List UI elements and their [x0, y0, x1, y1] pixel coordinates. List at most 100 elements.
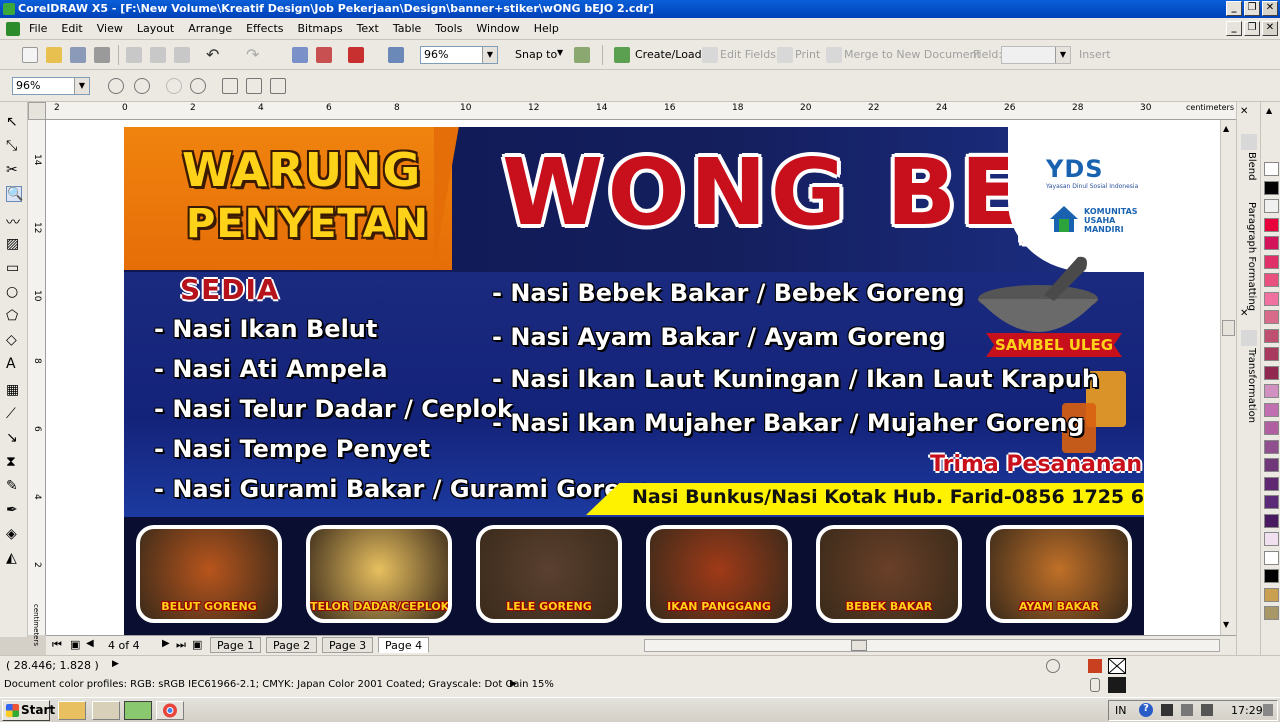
doc-close-button[interactable]: ✕ — [1262, 21, 1278, 36]
ellipse-tool-icon[interactable]: ○ — [6, 284, 22, 300]
chevron-down-icon[interactable]: ▼ — [1055, 47, 1070, 63]
palette-swatch[interactable] — [1264, 347, 1279, 361]
previous-page-icon[interactable]: ◀ — [86, 638, 94, 649]
doc-minimize-button[interactable]: _ — [1226, 21, 1242, 36]
save-icon[interactable] — [70, 47, 86, 63]
palette-swatch[interactable] — [1264, 199, 1279, 213]
menu-left-item[interactable]: - Nasi Ati Ampela — [154, 355, 388, 383]
menu-view[interactable]: View — [97, 22, 123, 35]
menu-right-item[interactable]: - Nasi Bebek Bakar / Bebek Goreng — [492, 279, 965, 307]
outline-pen-icon[interactable]: ✒ — [6, 502, 22, 518]
menu-tools[interactable]: Tools — [435, 22, 462, 35]
zoom-levels-combo[interactable]: 96% ▼ — [420, 46, 498, 64]
palette-swatch[interactable] — [1264, 476, 1279, 491]
field-combo[interactable]: ▼ — [1001, 46, 1071, 64]
freehand-tool-icon[interactable]: 〰 — [6, 212, 22, 231]
crop-tool-icon[interactable]: ✂ — [6, 162, 22, 178]
palette-swatch[interactable] — [1264, 180, 1279, 195]
tab-page-4[interactable]: Page 4 — [378, 637, 430, 653]
export-icon[interactable] — [316, 47, 332, 63]
next-page-icon[interactable]: ▶ — [162, 638, 170, 649]
rectangle-tool-icon[interactable]: ▭ — [6, 260, 22, 276]
outline-pen-indicator-icon[interactable] — [1090, 678, 1100, 692]
docker-close-icon[interactable]: ✕ — [1240, 308, 1248, 319]
chrome-taskbar-icon[interactable] — [156, 701, 184, 720]
fill-tool-icon[interactable]: ◈ — [6, 526, 22, 542]
chevron-down-icon[interactable]: ▼ — [74, 78, 89, 94]
menu-left-item[interactable]: - Nasi Tempe Penyet — [154, 435, 430, 463]
palette-swatch[interactable] — [1264, 569, 1279, 583]
zoom-tool-icon[interactable]: 🔍 — [6, 186, 23, 202]
eyedropper-tool-icon[interactable]: ✎ — [6, 478, 22, 494]
print-icon[interactable] — [94, 47, 110, 63]
print-merge-icon[interactable] — [777, 47, 793, 63]
blend-tool-icon[interactable]: ⧗ — [6, 454, 22, 470]
menu-right-item[interactable]: - Nasi Ikan Laut Kuningan / Ikan Laut Kr… — [492, 365, 1099, 393]
merge-to-new-document-button[interactable]: Merge to New Document — [844, 48, 981, 61]
penyetan-title[interactable]: PENYETAN — [186, 201, 429, 247]
text-tool-icon[interactable]: A — [6, 356, 22, 372]
docker-close-icon[interactable]: ✕ — [1240, 106, 1248, 117]
language-indicator[interactable]: IN — [1115, 704, 1126, 717]
menu-edit[interactable]: Edit — [61, 22, 82, 35]
fill-indicator-icon[interactable] — [1088, 659, 1102, 673]
menu-left-item[interactable]: - Nasi Telur Dadar / Ceplok — [154, 395, 513, 423]
polygon-tool-icon[interactable]: ⬠ — [6, 308, 22, 324]
help-icon[interactable]: ? — [1139, 703, 1153, 717]
application-launcher-icon[interactable] — [348, 47, 364, 63]
food-photo-lele[interactable]: LELE GORENG — [476, 525, 622, 623]
connector-tool-icon[interactable]: ↘ — [6, 430, 22, 446]
scroll-down-icon[interactable]: ▼ — [1223, 620, 1229, 629]
status-expand-icon[interactable]: ▶ — [112, 659, 119, 669]
close-button[interactable]: ✕ — [1262, 1, 1278, 16]
palette-swatch[interactable] — [1264, 421, 1279, 435]
tab-page-3[interactable]: Page 3 — [322, 637, 374, 653]
snap-to-button[interactable]: Snap to — [515, 48, 557, 61]
food-photo-bebek[interactable]: BEBEK BAKAR — [816, 525, 962, 623]
profiles-expand-icon[interactable]: ▶ — [510, 679, 517, 689]
notepad-taskbar-icon[interactable] — [92, 701, 120, 720]
palette-swatch[interactable] — [1264, 458, 1279, 472]
tab-transformation[interactable]: Transformation — [1241, 348, 1257, 423]
open-icon[interactable] — [46, 47, 62, 63]
zoom-in-icon[interactable] — [108, 78, 124, 94]
banner-artwork[interactable]: WARUNG PENYETAN WONG BEJO YDS Yayasan Di… — [124, 127, 1144, 635]
minimize-button[interactable]: _ — [1226, 1, 1242, 16]
menu-bitmaps[interactable]: Bitmaps — [297, 22, 342, 35]
tab-paragraph-formatting[interactable]: Paragraph Formatting — [1241, 202, 1257, 311]
zoom-height-icon[interactable] — [270, 78, 286, 94]
options-icon[interactable] — [574, 47, 590, 63]
last-page-icon[interactable]: ⏭ — [176, 638, 186, 652]
blend-docker-icon[interactable] — [1241, 134, 1257, 150]
chevron-down-icon[interactable]: ▼ — [482, 47, 497, 63]
paste-icon[interactable] — [174, 47, 190, 63]
show-desktop-icon[interactable] — [1263, 704, 1273, 716]
tray-icon[interactable] — [1161, 704, 1173, 716]
zoom-page-icon[interactable] — [222, 78, 238, 94]
chevron-down-icon[interactable]: ▼ — [557, 48, 563, 57]
palette-swatch[interactable] — [1264, 328, 1279, 343]
trima-pesanan-text[interactable]: Trima Pesananan — [930, 452, 1142, 477]
import-icon[interactable] — [292, 47, 308, 63]
doc-restore-button[interactable]: ❐ — [1244, 21, 1260, 36]
food-photo-ayam[interactable]: AYAM BAKAR — [986, 525, 1132, 623]
menu-arrange[interactable]: Arrange — [188, 22, 232, 35]
outline-color-swatch[interactable] — [1108, 677, 1126, 693]
restore-button[interactable]: ❐ — [1244, 1, 1260, 16]
palette-swatch[interactable] — [1264, 402, 1279, 417]
volume-icon[interactable] — [1201, 704, 1213, 716]
palette-swatch[interactable] — [1264, 273, 1279, 287]
palette-swatch[interactable] — [1264, 162, 1279, 176]
redo-icon[interactable]: ↷ — [246, 47, 262, 63]
palette-swatch[interactable] — [1264, 310, 1279, 324]
create-load-icon[interactable] — [614, 47, 630, 63]
smart-fill-icon[interactable]: ▨ — [6, 236, 22, 252]
new-document-icon[interactable] — [22, 47, 38, 63]
tab-blend[interactable]: Blend — [1241, 152, 1257, 180]
zoom-property-combo[interactable]: 96% ▼ — [12, 77, 90, 95]
tab-page-2[interactable]: Page 2 — [266, 637, 318, 653]
coreldraw-taskbar-icon[interactable] — [124, 701, 152, 720]
start-button[interactable]: Start — [2, 700, 55, 721]
zoom-width-icon[interactable] — [246, 78, 262, 94]
palette-swatch[interactable] — [1264, 217, 1279, 232]
